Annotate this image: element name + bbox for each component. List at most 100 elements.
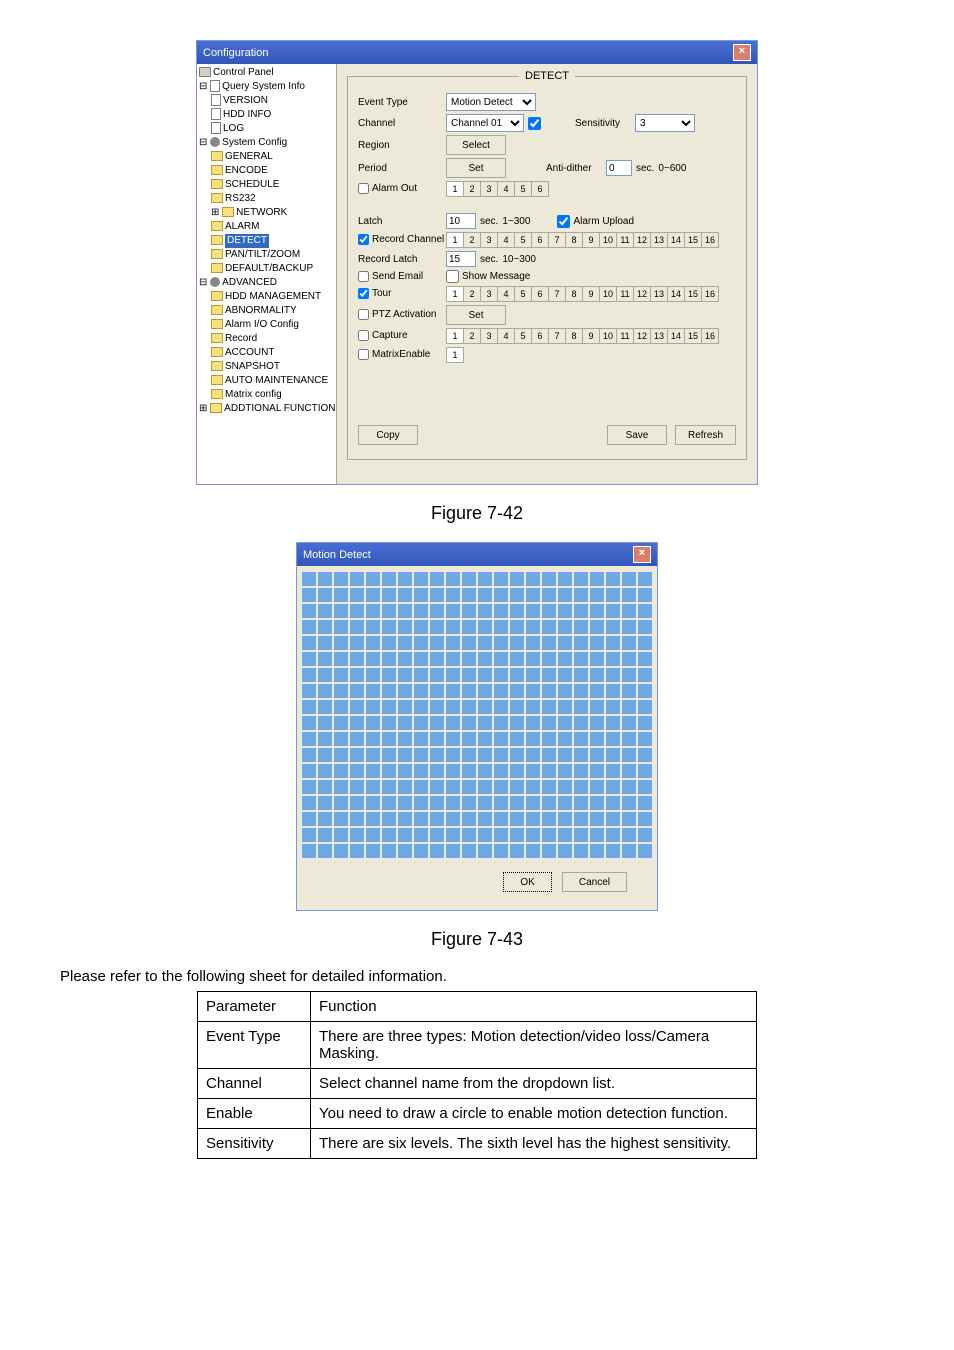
ptz-activation-checkbox[interactable] [358,309,369,320]
tree-ptz[interactable]: PAN/TILT/ZOOM [225,249,300,260]
close-icon[interactable]: × [733,44,751,61]
folder-icon [211,263,223,273]
latch-input[interactable] [446,213,476,229]
tree-additional[interactable]: ADDTIONAL FUNCTION [224,403,335,414]
folder-icon [211,249,223,259]
record-channels[interactable]: 12345678910111213141516 [446,232,719,248]
label-alarm-out: Alarm Out [372,184,417,195]
tree-encode[interactable]: ENCODE [225,165,268,176]
record-latch-input[interactable] [446,251,476,267]
cancel-button[interactable]: Cancel [562,872,627,892]
tour-checkbox[interactable] [358,288,369,299]
tree-default-backup[interactable]: DEFAULT/BACKUP [225,263,313,274]
label-period: Period [358,163,446,174]
ptz-set-button[interactable]: Set [446,305,506,325]
folder-icon [211,291,223,301]
motion-titlebar: Motion Detect × [297,543,657,566]
motion-window-title: Motion Detect [303,549,371,561]
label-record-channel: Record Channel [372,235,444,246]
send-email-checkbox[interactable] [358,271,369,282]
motion-detect-window: Motion Detect × OK Cancel [296,542,658,911]
tree-auto-maint[interactable]: AUTO MAINTENANCE [225,375,328,386]
tree-log[interactable]: LOG [223,123,244,134]
region-select-button[interactable]: Select [446,135,506,155]
gear-icon [210,277,220,287]
nav-tree[interactable]: Control Panel ⊟ Query System Info VERSIO… [197,64,337,484]
tree-hdd-mgmt[interactable]: HDD MANAGEMENT [225,291,321,302]
matrix-channels[interactable]: 1 [446,347,464,363]
channel-enable-checkbox[interactable] [528,117,541,130]
folder-icon [211,221,223,231]
period-set-button[interactable]: Set [446,158,506,178]
capture-channels[interactable]: 12345678910111213141516 [446,328,719,344]
label-capture: Capture [372,331,408,342]
label-anti-dither-range: 0~600 [658,163,686,174]
sensitivity-select[interactable]: 3 [635,114,695,132]
label-matrix-enable: MatrixEnable [372,350,430,361]
tree-alarm[interactable]: ALARM [225,221,259,232]
label-ptz-activation: PTZ Activation [372,310,436,321]
tree-rs232[interactable]: RS232 [225,193,256,204]
alarm-out-channels[interactable]: 123456 [446,181,549,197]
tree-system-config[interactable]: System Config [222,137,287,148]
close-icon[interactable]: × [633,546,651,563]
table-row: EnableYou need to draw a circle to enabl… [198,1099,757,1129]
channel-select[interactable]: Channel 01 [446,114,524,132]
save-button[interactable]: Save [607,425,667,445]
tree-alarm-io[interactable]: Alarm I/O Config [225,319,299,330]
event-type-select[interactable]: Motion Detect [446,93,536,111]
tree-control-panel[interactable]: Control Panel [213,67,274,78]
function-cell: You need to draw a circle to enable moti… [311,1099,757,1129]
tree-detect[interactable]: DETECT [225,234,269,248]
tree-hdd-info[interactable]: HDD INFO [223,109,271,120]
tree-record[interactable]: Record [225,333,257,344]
record-channel-checkbox[interactable] [358,234,369,245]
alarm-upload-checkbox[interactable] [557,215,570,228]
tree-snapshot[interactable]: SNAPSHOT [225,361,280,372]
figure-caption-743: Figure 7-43 [60,929,894,950]
folder-icon [210,403,222,413]
tree-network[interactable]: NETWORK [236,207,287,218]
panel-icon [199,67,211,77]
label-channel: Channel [358,118,446,129]
label-region: Region [358,140,446,151]
ok-button[interactable]: OK [503,872,551,892]
doc-icon [211,108,221,120]
refresh-button[interactable]: Refresh [675,425,736,445]
anti-dither-input[interactable] [606,160,632,176]
alarm-out-checkbox[interactable] [358,183,369,194]
folder-icon [211,347,223,357]
label-latch-range: 1~300 [502,216,530,227]
label-sensitivity: Sensitivity [575,118,635,129]
label-tour: Tour [372,289,391,300]
folder-icon [211,179,223,189]
tree-abnormality[interactable]: ABNORMALITY [225,305,297,316]
tree-matrix-config[interactable]: Matrix config [225,389,282,400]
param-cell: Sensitivity [198,1129,311,1159]
tree-general[interactable]: GENERAL [225,151,273,162]
tree-advanced[interactable]: ADVANCED [222,277,277,288]
copy-button[interactable]: Copy [358,425,418,445]
param-cell: Enable [198,1099,311,1129]
label-anti-dither: Anti-dither [546,163,606,174]
matrix-enable-checkbox[interactable] [358,349,369,360]
capture-checkbox[interactable] [358,330,369,341]
folder-icon [211,151,223,161]
tree-account[interactable]: ACCOUNT [225,347,274,358]
folder-icon [211,193,223,203]
tour-channels[interactable]: 12345678910111213141516 [446,286,719,302]
label-sec: sec. [636,163,654,174]
table-row: ChannelSelect channel name from the drop… [198,1069,757,1099]
folder-icon [222,207,234,217]
folder-icon [211,333,223,343]
label-send-email: Send Email [372,271,423,282]
tree-schedule[interactable]: SCHEDULE [225,179,279,190]
function-cell: There are six levels. The sixth level ha… [311,1129,757,1159]
tree-version[interactable]: VERSION [223,95,268,106]
table-row: Event TypeThere are three types: Motion … [198,1022,757,1069]
motion-grid[interactable] [303,572,651,858]
tree-query-system-info[interactable]: Query System Info [222,81,305,92]
show-message-checkbox[interactable] [446,270,459,283]
folder-icon [211,389,223,399]
folder-icon [211,305,223,315]
